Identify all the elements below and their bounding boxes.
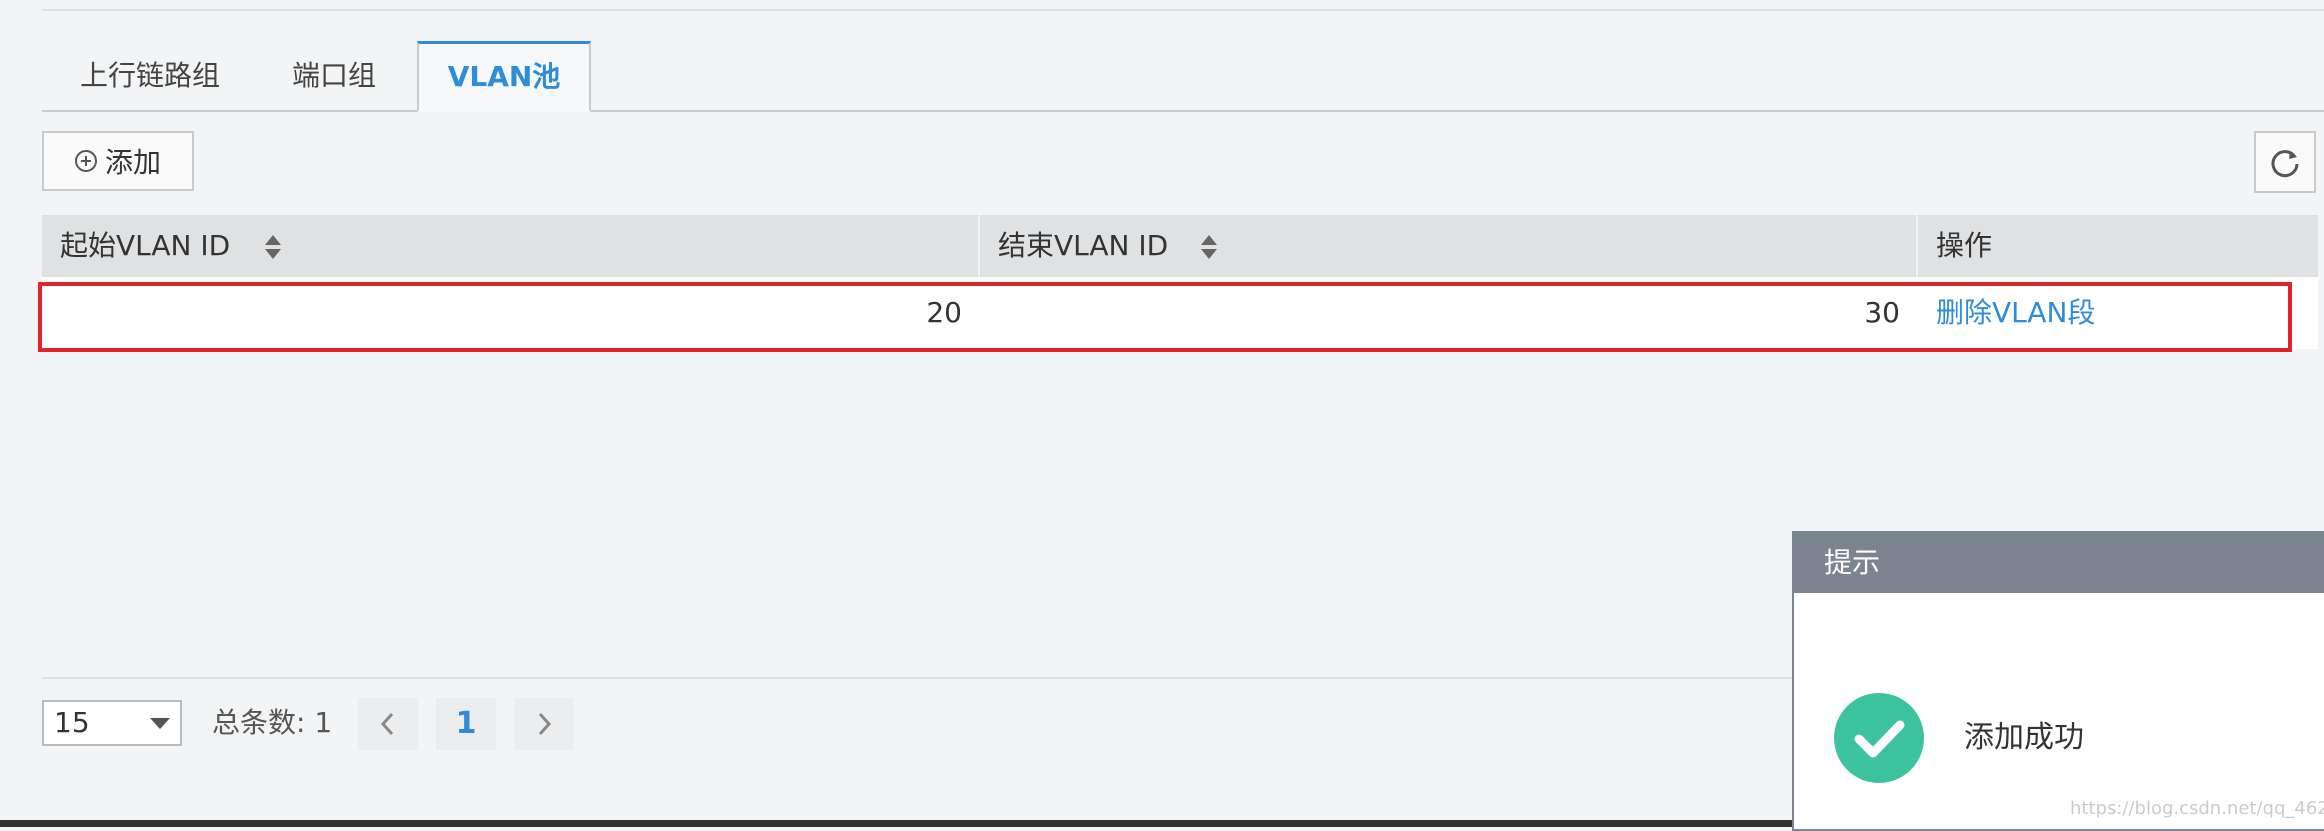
column-header-operations: 操作 <box>1936 229 1993 262</box>
refresh-icon <box>2271 150 2299 178</box>
success-check-icon <box>1834 693 1924 783</box>
notification-toast: 提示 添加成功 <box>1792 531 2324 831</box>
watermark: https://blog.csdn.net/qq_46254436 <box>2070 798 2324 819</box>
chevron-right-icon <box>538 712 552 736</box>
vlan-table: 起始VLAN ID 结束VLAN ID 操作 20 30 删除VLAN段 <box>42 215 2318 349</box>
page-size-select[interactable]: 15 <box>42 700 182 746</box>
prev-page-button[interactable] <box>358 698 418 750</box>
column-header-label: 结束VLAN ID <box>998 229 1169 262</box>
total-count: 总条数: 1 <box>212 706 333 739</box>
add-button[interactable]: 添加 <box>42 131 194 191</box>
chevron-left-icon <box>380 712 394 736</box>
delete-vlan-range-link[interactable]: 删除VLAN段 <box>1918 277 2318 349</box>
column-header-end-vlan-id[interactable]: 结束VLAN ID <box>980 215 1918 277</box>
plus-circle-icon <box>74 150 97 172</box>
toast-title: 提示 <box>1794 533 2324 593</box>
sort-icon[interactable] <box>1200 233 1218 261</box>
tab-uplink-group[interactable]: 上行链路组 <box>80 42 220 110</box>
column-header-start-vlan-id[interactable]: 起始VLAN ID <box>42 215 980 277</box>
window-bottom-edge <box>0 820 1792 827</box>
tab-vlan-pool[interactable]: VLAN池 <box>417 41 591 112</box>
add-button-label: 添加 <box>104 146 161 179</box>
table-row: 20 30 删除VLAN段 <box>42 277 2318 349</box>
column-header-label: 起始VLAN ID <box>60 229 231 262</box>
caret-down-icon <box>150 718 170 729</box>
table-header: 起始VLAN ID 结束VLAN ID 操作 <box>42 215 2318 277</box>
tab-bar: 上行链路组 端口组 VLAN池 <box>42 41 2324 112</box>
sort-icon[interactable] <box>264 233 282 261</box>
toast-message: 添加成功 <box>1964 720 2084 755</box>
top-divider <box>42 9 2324 11</box>
tab-port-group[interactable]: 端口组 <box>292 42 376 110</box>
refresh-button[interactable] <box>2254 131 2316 193</box>
cell-start-vlan-id: 20 <box>926 296 962 329</box>
page-size-value: 15 <box>54 706 90 739</box>
next-page-button[interactable] <box>514 698 574 750</box>
cell-end-vlan-id: 30 <box>1864 296 1900 329</box>
page-number-current[interactable]: 1 <box>436 698 496 750</box>
